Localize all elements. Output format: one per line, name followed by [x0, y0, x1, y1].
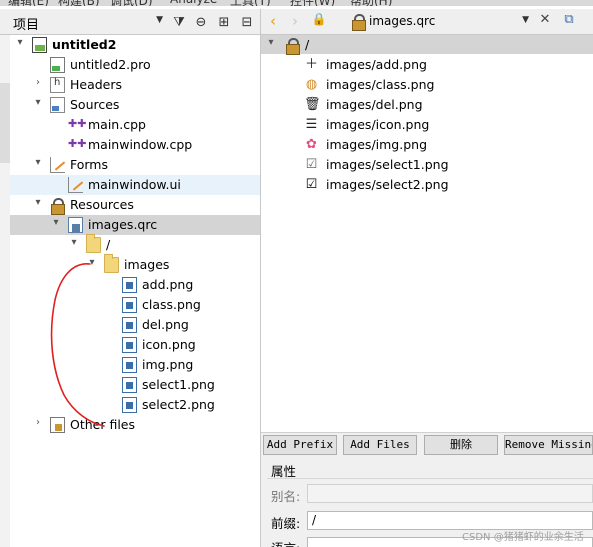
red-annotation-curve [50, 263, 105, 427]
